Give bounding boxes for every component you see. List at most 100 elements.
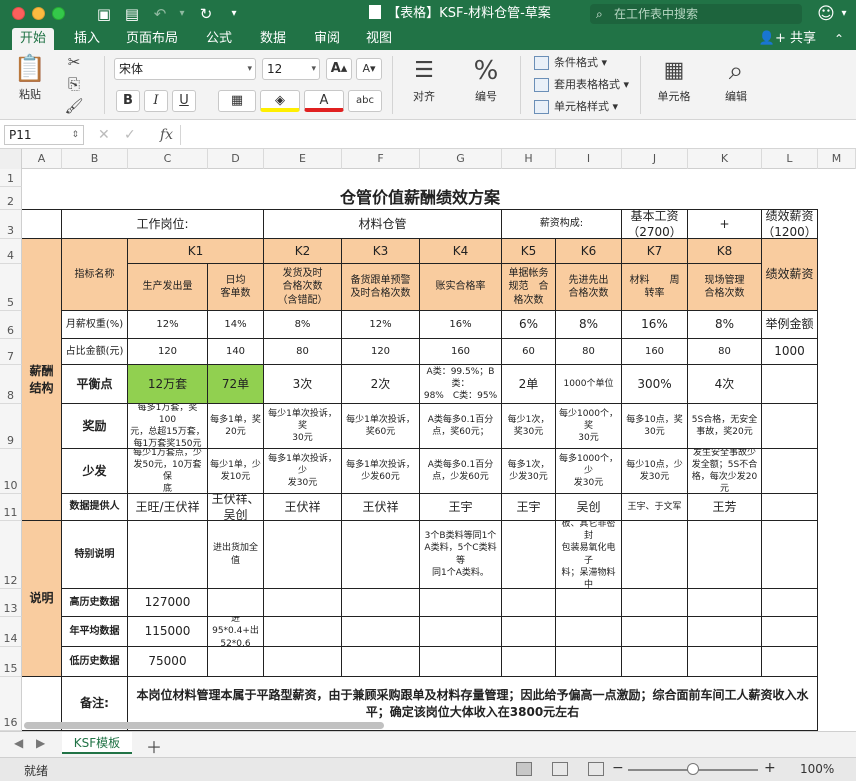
provider-e[interactable]: 王伏祥 [264, 494, 342, 521]
penalty-k[interactable]: 发生安全事故少 发全额；5S不合 格，每次少发20 元 [688, 449, 762, 494]
conditional-formatting-button[interactable]: 条件格式 ▾ [534, 54, 607, 72]
row-header-5[interactable]: 5 [0, 264, 22, 311]
plus-cell[interactable]: + [688, 210, 762, 239]
worksheet-grid[interactable]: ABCDEFGHIJKLM 1 2 3 4 5 6 7 8 9 10 11 12 13 14 15 16 仓管… [0, 149, 856, 731]
reward-f[interactable]: 每少1单次投诉， 奖60元 [342, 404, 420, 449]
balance-i[interactable]: 1000个单位 [556, 365, 622, 404]
hist-high-label[interactable]: 高历史数据 [62, 589, 128, 617]
sheet-tab-ksf[interactable]: KSF模板 [62, 732, 132, 754]
reward-label[interactable]: 奖励 [62, 404, 128, 449]
save-icon[interactable]: ▤ [122, 4, 142, 24]
column-header-C[interactable]: C [128, 149, 208, 169]
sheet-search-input[interactable]: ⌕ 在工作表中搜索 [590, 4, 802, 24]
k1-header[interactable]: K1 [128, 239, 264, 264]
special-i[interactable]: 变压器、线路 板、其它非密封 包装易氧化电子 料；呆滞物料中 报 [556, 521, 622, 589]
indicator-h[interactable]: 单据帐务 规范 合 格次数 [502, 264, 556, 311]
weight-extra[interactable]: 举例金额 [762, 311, 818, 339]
weight-label[interactable]: 月薪权重(%) [62, 311, 128, 339]
hist-low-l[interactable] [762, 647, 818, 677]
zoom-slider-handle[interactable] [687, 763, 699, 775]
select-all-corner[interactable] [0, 149, 22, 169]
penalty-h[interactable]: 每多1次， 少发30元 [502, 449, 556, 494]
tab-data[interactable]: 数据 [252, 28, 294, 50]
hist-high-d[interactable] [208, 589, 264, 617]
reward-k[interactable]: 5S合格，无安全 事故，奖20元 [688, 404, 762, 449]
cell-a3[interactable] [22, 210, 62, 239]
editing-button[interactable]: ⌕ 编辑 [712, 54, 760, 104]
row-header-1[interactable]: 1 [0, 169, 22, 187]
weight-f[interactable]: 12% [342, 311, 420, 339]
provider-h[interactable]: 王宇 [502, 494, 556, 521]
amount-e[interactable]: 80 [264, 339, 342, 365]
amount-g[interactable]: 160 [420, 339, 502, 365]
indicator-g[interactable]: 账实合格率 [420, 264, 502, 311]
fill-color-button[interactable]: ◈ [260, 90, 300, 112]
row-header-6[interactable]: 6 [0, 311, 22, 339]
format-painter-icon[interactable]: 🖌 [64, 96, 84, 116]
post-value-cell[interactable]: 材料仓管 [264, 210, 502, 239]
tab-formulas[interactable]: 公式 [198, 28, 240, 50]
column-header-K[interactable]: K [688, 149, 762, 169]
balance-c[interactable]: 12万套 [128, 365, 208, 404]
hist-low-value[interactable]: 75000 [128, 647, 208, 677]
provider-c[interactable]: 王旺/王伏祥 [128, 494, 208, 521]
tab-insert[interactable]: 插入 [66, 28, 108, 50]
redo-icon[interactable]: ↻ [196, 4, 216, 24]
balance-label[interactable]: 平衡点 [62, 365, 128, 404]
balance-g[interactable]: A类：99.5%；B类： 98% C类：95% [420, 365, 502, 404]
penalty-d[interactable]: 每少1单，少 发10元 [208, 449, 264, 494]
penalty-g[interactable]: A类每多0.1百分 点，少发60元 [420, 449, 502, 494]
provider-j[interactable]: 王宇、于文军 [622, 494, 688, 521]
balance-f[interactable]: 2次 [342, 365, 420, 404]
horizontal-scrollbar[interactable] [24, 722, 384, 729]
k8-header[interactable]: K8 [688, 239, 762, 264]
column-header-G[interactable]: G [420, 149, 502, 169]
row-header-8[interactable]: 8 [0, 365, 22, 404]
column-header-H[interactable]: H [502, 149, 556, 169]
balance-e[interactable]: 3次 [264, 365, 342, 404]
penalty-f[interactable]: 每多1单次投诉， 少发60元 [342, 449, 420, 494]
indicator-c[interactable]: 生产发出量 [128, 264, 208, 311]
weight-i[interactable]: 8% [556, 311, 622, 339]
row-header-13[interactable]: 13 [0, 589, 22, 617]
grow-font-button[interactable]: A▴ [326, 58, 352, 80]
special-c[interactable] [128, 521, 208, 589]
k4-header[interactable]: K4 [420, 239, 502, 264]
special-f[interactable] [342, 521, 420, 589]
provider-l[interactable] [762, 494, 818, 521]
base-salary-cell[interactable]: 基本工资 （2700） [622, 210, 688, 239]
reward-e[interactable]: 每少1单次投诉，奖 30元 [264, 404, 342, 449]
confirm-entry-icon[interactable]: ✓ [124, 125, 136, 145]
column-header-B[interactable]: B [62, 149, 128, 169]
amount-j[interactable]: 160 [622, 339, 688, 365]
indicator-i[interactable]: 先进先出 合格次数 [556, 264, 622, 311]
balance-h[interactable]: 2单 [502, 365, 556, 404]
penalty-i[interactable]: 每多1000个，少 发30元 [556, 449, 622, 494]
section-pay-structure[interactable]: 薪酬 结构 [22, 239, 62, 521]
special-label[interactable]: 特别说明 [62, 521, 128, 589]
hist-low-d[interactable] [208, 647, 264, 677]
cut-icon[interactable]: ✂ [64, 52, 84, 72]
provider-f[interactable]: 王伏祥 [342, 494, 420, 521]
amount-label[interactable]: 占比金额(元) [62, 339, 128, 365]
row-header-11[interactable]: 11 [0, 494, 22, 521]
indicator-k[interactable]: 现场管理 合格次数 [688, 264, 762, 311]
special-h[interactable] [502, 521, 556, 589]
amount-c[interactable]: 120 [128, 339, 208, 365]
penalty-e[interactable]: 每多1单次投诉，少 发30元 [264, 449, 342, 494]
hist-low-k[interactable] [688, 647, 762, 677]
hist-high-value[interactable]: 127000 [128, 589, 208, 617]
cell-styles-button[interactable]: 单元格样式 ▾ [534, 98, 618, 116]
perf-salary-cell[interactable]: 绩效薪资 （1200） [762, 210, 818, 239]
weight-g[interactable]: 16% [420, 311, 502, 339]
avg-h[interactable] [502, 617, 556, 647]
balance-k[interactable]: 4次 [688, 365, 762, 404]
number-format-button[interactable]: % 编号 [464, 54, 508, 104]
hist-low-j[interactable] [622, 647, 688, 677]
weight-h[interactable]: 6% [502, 311, 556, 339]
penalty-label[interactable]: 少发 [62, 449, 128, 494]
special-j[interactable] [622, 521, 688, 589]
weight-j[interactable]: 16% [622, 311, 688, 339]
indicator-name-header[interactable]: 指标名称 [62, 239, 128, 311]
collapse-ribbon-icon[interactable]: ⌃ [834, 28, 844, 50]
